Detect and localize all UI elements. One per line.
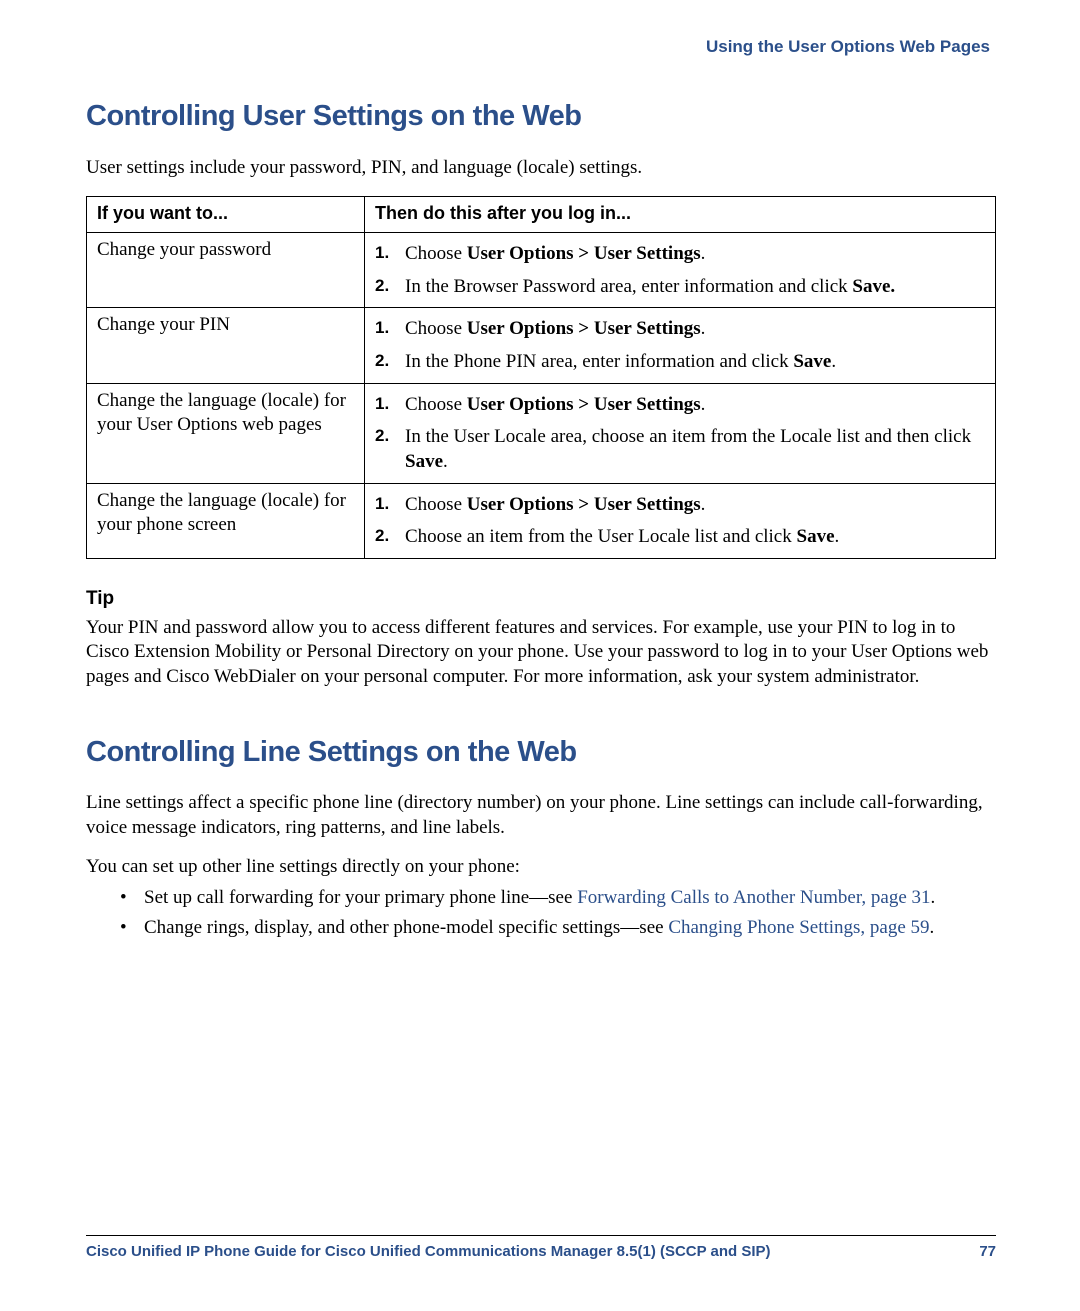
cell-steps: Choose User Options > User Settings. In … xyxy=(365,383,996,483)
step-text: . xyxy=(701,394,706,415)
heading-line-settings: Controlling Line Settings on the Web xyxy=(86,734,996,772)
step-text: . xyxy=(835,526,840,547)
procedure-table: If you want to... Then do this after you… xyxy=(86,196,996,559)
table-row: Change your password Choose User Options… xyxy=(87,232,996,307)
cell-want: Change your PIN xyxy=(87,308,365,383)
breadcrumb: Using the User Options Web Pages xyxy=(86,36,996,58)
step-text: Choose an item from the User Locale list… xyxy=(405,526,797,547)
list-item: Change rings, display, and other phone-m… xyxy=(120,916,996,941)
step: In the Browser Password area, enter info… xyxy=(375,275,987,300)
link-changing-settings[interactable]: Changing Phone Settings, page 59 xyxy=(668,917,929,938)
step: In the User Locale area, choose an item … xyxy=(375,425,987,474)
paragraph: You can set up other line settings direc… xyxy=(86,855,996,880)
table-row: Change the language (locale) for your ph… xyxy=(87,483,996,558)
list-text: . xyxy=(931,887,936,908)
cell-steps: Choose User Options > User Settings. In … xyxy=(365,232,996,307)
step: Choose User Options > User Settings. xyxy=(375,242,987,267)
page-footer: Cisco Unified IP Phone Guide for Cisco U… xyxy=(86,1235,996,1262)
tip-body: Your PIN and password allow you to acces… xyxy=(86,616,996,690)
step: Choose User Options > User Settings. xyxy=(375,493,987,518)
cell-want: Change the language (locale) for your ph… xyxy=(87,483,365,558)
step-bold: User Options > User Settings xyxy=(467,394,701,415)
step: Choose User Options > User Settings. xyxy=(375,317,987,342)
step-text: In the Phone PIN area, enter information… xyxy=(405,351,793,372)
link-forwarding-calls[interactable]: Forwarding Calls to Another Number, page… xyxy=(577,887,930,908)
col-header-want: If you want to... xyxy=(87,197,365,232)
step-text: In the User Locale area, choose an item … xyxy=(405,426,971,447)
cell-steps: Choose User Options > User Settings. In … xyxy=(365,308,996,383)
step-text: In the Browser Password area, enter info… xyxy=(405,276,852,297)
step-text: Choose xyxy=(405,394,467,415)
step: Choose an item from the User Locale list… xyxy=(375,525,987,550)
table-row: Change your PIN Choose User Options > Us… xyxy=(87,308,996,383)
list-text: Set up call forwarding for your primary … xyxy=(144,887,577,908)
step-text: . xyxy=(443,451,448,472)
step-text: . xyxy=(701,318,706,339)
step: Choose User Options > User Settings. xyxy=(375,393,987,418)
table-row: Change the language (locale) for your Us… xyxy=(87,383,996,483)
intro-paragraph: User settings include your password, PIN… xyxy=(86,156,996,181)
step-bold: User Options > User Settings xyxy=(467,318,701,339)
step: In the Phone PIN area, enter information… xyxy=(375,350,987,375)
step-text: Choose xyxy=(405,494,467,515)
list-item: Set up call forwarding for your primary … xyxy=(120,886,996,911)
page: Using the User Options Web Pages Control… xyxy=(0,0,1080,1311)
step-bold: Save xyxy=(797,526,835,547)
step-bold: Save xyxy=(405,451,443,472)
paragraph: Line settings affect a specific phone li… xyxy=(86,791,996,840)
table-header-row: If you want to... Then do this after you… xyxy=(87,197,996,232)
step-text: . xyxy=(831,351,836,372)
step-text: . xyxy=(701,243,706,264)
cell-want: Change the language (locale) for your Us… xyxy=(87,383,365,483)
step-text: Choose xyxy=(405,243,467,264)
page-number: 77 xyxy=(979,1242,996,1262)
cell-want: Change your password xyxy=(87,232,365,307)
col-header-then: Then do this after you log in... xyxy=(365,197,996,232)
tip-heading: Tip xyxy=(86,587,996,612)
step-text: . xyxy=(701,494,706,515)
list-text: Change rings, display, and other phone-m… xyxy=(144,917,668,938)
bullet-list: Set up call forwarding for your primary … xyxy=(86,886,996,941)
step-bold: Save xyxy=(793,351,831,372)
step-bold: User Options > User Settings xyxy=(467,243,701,264)
cell-steps: Choose User Options > User Settings. Cho… xyxy=(365,483,996,558)
step-text: Choose xyxy=(405,318,467,339)
step-bold: User Options > User Settings xyxy=(467,494,701,515)
step-bold: Save. xyxy=(852,276,895,297)
footer-title: Cisco Unified IP Phone Guide for Cisco U… xyxy=(86,1242,771,1262)
heading-user-settings: Controlling User Settings on the Web xyxy=(86,98,996,136)
list-text: . xyxy=(930,917,935,938)
